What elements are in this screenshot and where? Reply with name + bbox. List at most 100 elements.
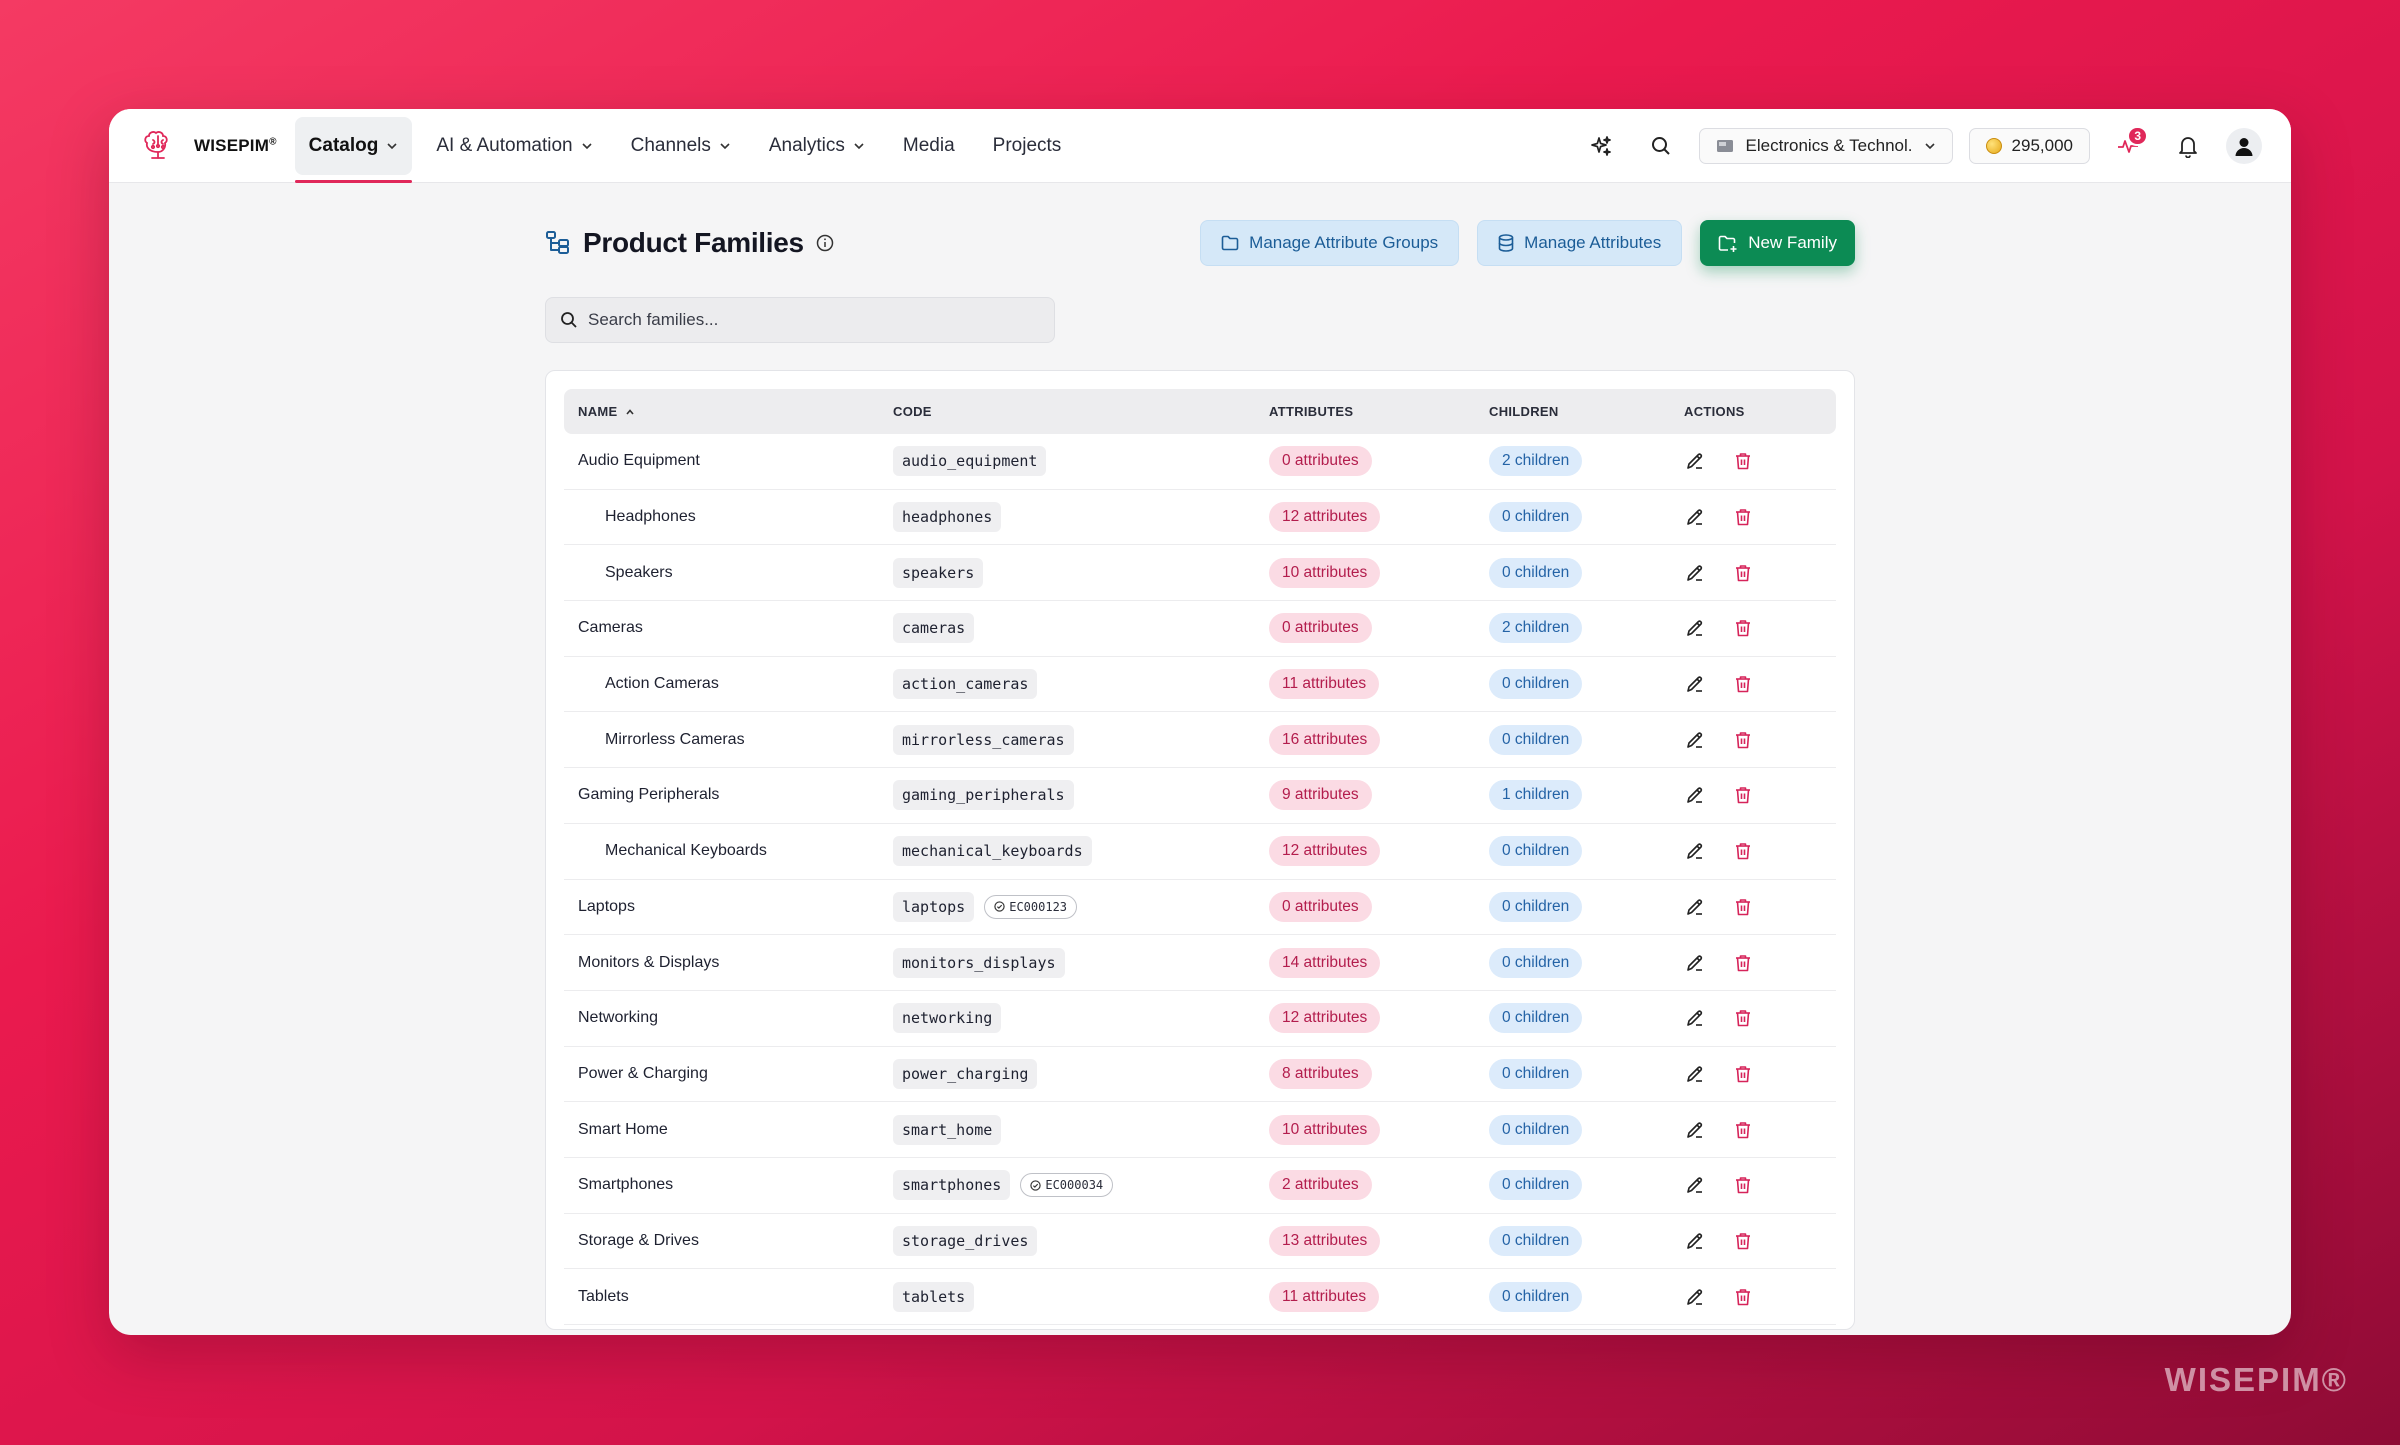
edit-button[interactable] xyxy=(1684,1063,1706,1085)
eclass-chip[interactable]: EC000123 xyxy=(984,894,1078,919)
delete-button[interactable] xyxy=(1732,1230,1754,1252)
delete-button[interactable] xyxy=(1732,1286,1754,1308)
edit-button[interactable] xyxy=(1684,1230,1706,1252)
delete-button[interactable] xyxy=(1732,1174,1754,1196)
search-input[interactable] xyxy=(588,310,1040,330)
delete-button[interactable] xyxy=(1732,506,1754,528)
brain-logo-icon xyxy=(144,130,168,159)
chevron-down-icon xyxy=(720,142,730,149)
delete-button[interactable] xyxy=(1732,784,1754,806)
manage-attribute-groups-button[interactable]: Manage Attribute Groups xyxy=(1200,220,1460,266)
nav-catalog-label: Catalog xyxy=(308,134,379,156)
table-row[interactable]: Action Cameras action_cameras 11 attribu… xyxy=(564,657,1836,713)
eclass-chip[interactable]: EC000034 xyxy=(1020,1173,1114,1198)
table-row[interactable]: Networking networking 12 attributes 0 ch… xyxy=(564,991,1836,1047)
global-search-button[interactable] xyxy=(1639,124,1683,168)
workspace-selector[interactable]: Electronics & Technol... xyxy=(1698,127,1953,164)
attributes-count-badge: 2 attributes xyxy=(1269,1170,1372,1201)
info-icon[interactable] xyxy=(816,234,834,252)
nav-catalog[interactable]: Catalog xyxy=(294,116,413,183)
check-circle-icon xyxy=(1030,1180,1042,1191)
family-code: power_charging xyxy=(893,1058,1038,1089)
search-icon xyxy=(1651,136,1670,155)
delete-button[interactable] xyxy=(1732,729,1754,751)
edit-button[interactable] xyxy=(1684,617,1706,639)
edit-button[interactable] xyxy=(1684,506,1706,528)
family-code: cameras xyxy=(893,613,975,644)
watermark: WISEPIM® xyxy=(2164,1361,2348,1398)
attributes-count-badge: 8 attributes xyxy=(1269,1058,1372,1089)
nav-analytics[interactable]: Analytics xyxy=(755,117,879,175)
delete-button[interactable] xyxy=(1732,450,1754,472)
edit-button[interactable] xyxy=(1684,562,1706,584)
manage-attributes-button[interactable]: Manage Attributes xyxy=(1477,220,1683,266)
table-row[interactable]: Tablets tablets 11 attributes 0 children xyxy=(564,1269,1836,1325)
table-row[interactable]: Smartphones smartphones EC000034 2 attrib… xyxy=(564,1158,1836,1214)
table-row[interactable]: Monitors & Displays monitors_displays 14… xyxy=(564,935,1836,991)
delete-button[interactable] xyxy=(1732,673,1754,695)
trash-icon xyxy=(1734,841,1752,861)
table-row[interactable]: Cameras cameras 0 attributes 2 children xyxy=(564,601,1836,657)
attributes-count-badge: 12 attributes xyxy=(1269,1003,1381,1034)
family-name: Action Cameras xyxy=(605,675,719,693)
delete-button[interactable] xyxy=(1732,617,1754,639)
brand[interactable]: WISEPIM® xyxy=(138,126,277,166)
nav-projects[interactable]: Projects xyxy=(979,117,1076,175)
nav-ai-automation[interactable]: AI & Automation xyxy=(422,117,606,175)
delete-button[interactable] xyxy=(1732,1063,1754,1085)
edit-button[interactable] xyxy=(1684,450,1706,472)
trash-icon xyxy=(1734,618,1752,638)
delete-button[interactable] xyxy=(1732,896,1754,918)
table-row[interactable]: Power & Charging power_charging 8 attrib… xyxy=(564,1047,1836,1103)
table-row[interactable]: Audio Equipment audio_equipment 0 attrib… xyxy=(564,434,1836,490)
edit-button[interactable] xyxy=(1684,1007,1706,1029)
new-family-button[interactable]: New Family xyxy=(1700,220,1855,266)
table-row[interactable]: Speakers speakers 10 attributes 0 childr… xyxy=(564,545,1836,602)
attributes-count-badge: 0 attributes xyxy=(1269,613,1372,644)
nav-channels[interactable]: Channels xyxy=(617,117,745,175)
table-row[interactable]: Gaming Peripherals gaming_peripherals 9 … xyxy=(564,768,1836,824)
edit-button[interactable] xyxy=(1684,952,1706,974)
code-cell: speakers xyxy=(893,557,1269,588)
delete-button[interactable] xyxy=(1732,1007,1754,1029)
header-name[interactable]: NAME xyxy=(564,404,893,419)
table-row[interactable]: Smart Home smart_home 10 attributes 0 ch… xyxy=(564,1102,1836,1158)
notifications-button[interactable] xyxy=(2166,124,2210,168)
family-name: Networking xyxy=(578,1009,659,1027)
edit-button[interactable] xyxy=(1684,1119,1706,1141)
eclass-code: EC000034 xyxy=(1045,1178,1104,1193)
table-row[interactable]: Mechanical Keyboards mechanical_keyboard… xyxy=(564,824,1836,880)
nav-media[interactable]: Media xyxy=(889,117,969,175)
edit-button[interactable] xyxy=(1684,1174,1706,1196)
pencil-icon xyxy=(1685,563,1705,583)
attributes-count-badge: 12 attributes xyxy=(1269,836,1381,867)
table-row[interactable]: Headphones headphones 12 attributes 0 ch… xyxy=(564,490,1836,546)
family-name: Headphones xyxy=(605,508,696,526)
delete-button[interactable] xyxy=(1732,840,1754,862)
code-cell: monitors_displays xyxy=(893,947,1269,978)
nav-media-label: Media xyxy=(902,134,955,156)
attributes-cell: 0 attributes xyxy=(1269,891,1489,922)
ai-assistant-button[interactable] xyxy=(1579,124,1623,168)
edit-button[interactable] xyxy=(1684,896,1706,918)
edit-button[interactable] xyxy=(1684,840,1706,862)
code-cell: storage_drives xyxy=(893,1225,1269,1256)
code-cell: headphones xyxy=(893,502,1269,533)
edit-button[interactable] xyxy=(1684,729,1706,751)
family-name: Monitors & Displays xyxy=(578,953,720,971)
edit-button[interactable] xyxy=(1684,784,1706,806)
user-avatar[interactable] xyxy=(2226,127,2262,164)
edit-button[interactable] xyxy=(1684,1286,1706,1308)
edit-button[interactable] xyxy=(1684,673,1706,695)
delete-button[interactable] xyxy=(1732,952,1754,974)
family-name: Storage & Drives xyxy=(578,1231,699,1249)
table-row[interactable]: Storage & Drives storage_drives 13 attri… xyxy=(564,1214,1836,1270)
activity-button[interactable]: 3 xyxy=(2106,124,2150,168)
delete-button[interactable] xyxy=(1732,562,1754,584)
delete-button[interactable] xyxy=(1732,1119,1754,1141)
family-code: monitors_displays xyxy=(893,947,1065,978)
table-row[interactable]: Laptops laptops EC000123 0 attributes 0 c… xyxy=(564,880,1836,936)
folder-plus-icon xyxy=(1718,235,1737,252)
credits-balance[interactable]: 295,000 xyxy=(1968,127,2090,164)
table-row[interactable]: Mirrorless Cameras mirrorless_cameras 16… xyxy=(564,712,1836,769)
